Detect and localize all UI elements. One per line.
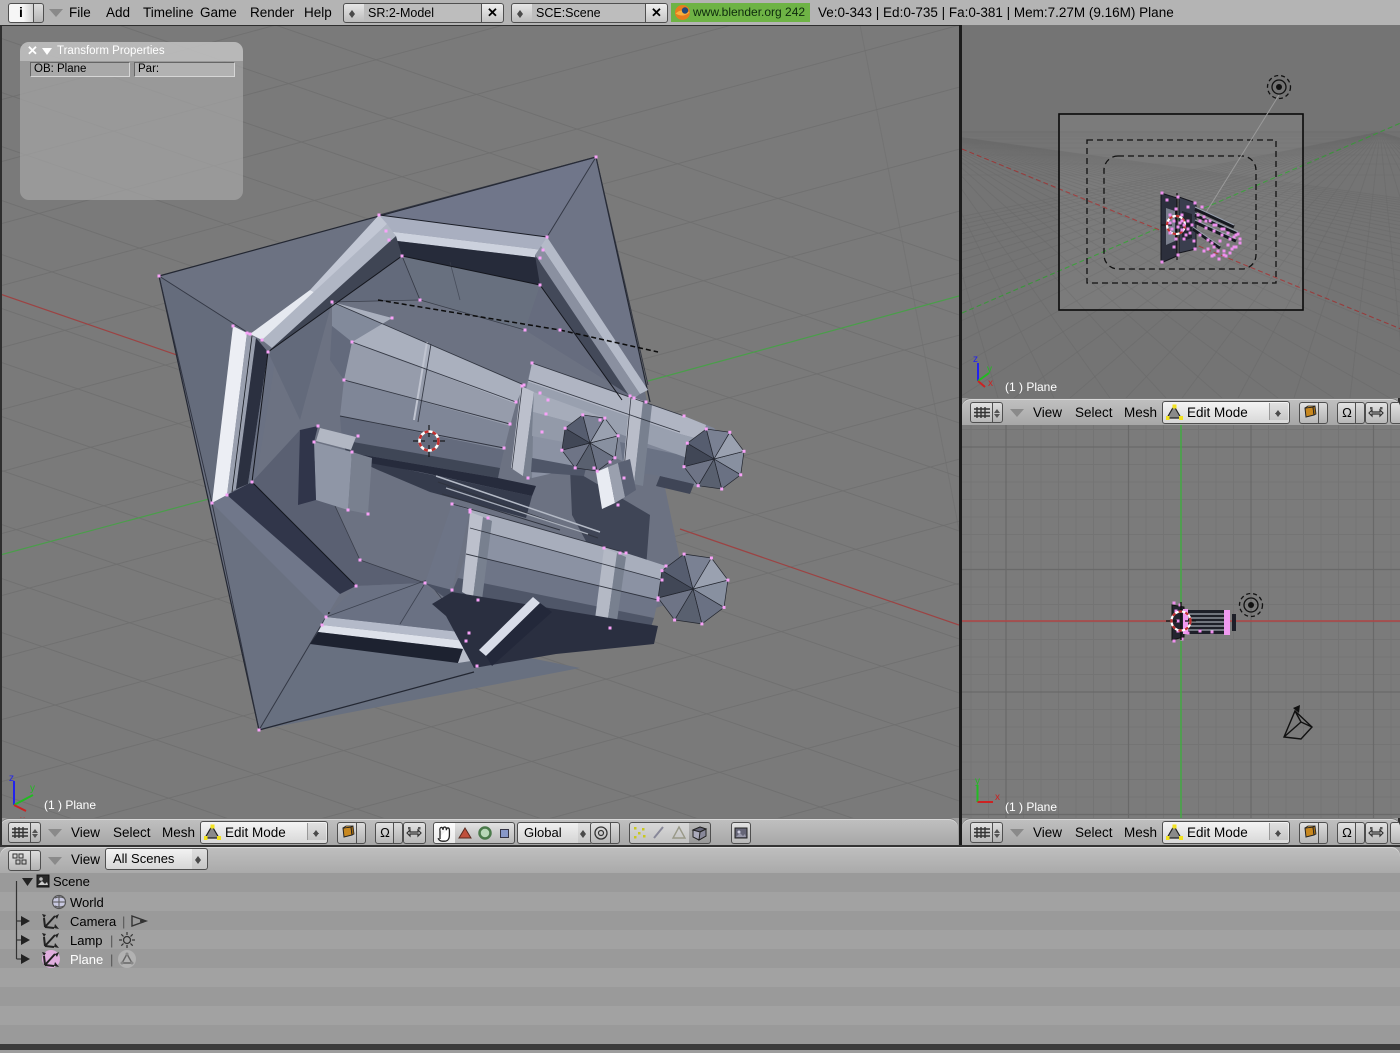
svg-text:Lamp: Lamp	[70, 933, 103, 948]
svg-text:Camera: Camera	[70, 914, 117, 929]
svg-text:|: |	[110, 952, 113, 967]
svg-text:(1 ) Plane: (1 ) Plane	[1005, 800, 1057, 814]
svg-text:x: x	[988, 378, 993, 389]
svg-text:y: y	[987, 364, 992, 375]
svg-text:y: y	[975, 776, 980, 787]
svg-text:y: y	[30, 783, 35, 794]
svg-text:|: |	[110, 933, 113, 948]
svg-text:z: z	[9, 773, 14, 784]
svg-text:Plane: Plane	[70, 952, 103, 967]
svg-text:z: z	[973, 354, 978, 365]
svg-text:x: x	[995, 792, 1000, 803]
svg-text:Scene: Scene	[53, 874, 90, 889]
svg-text:|: |	[122, 914, 125, 929]
svg-text:(1 ) Plane: (1 ) Plane	[1005, 380, 1057, 394]
svg-text:World: World	[70, 895, 104, 910]
